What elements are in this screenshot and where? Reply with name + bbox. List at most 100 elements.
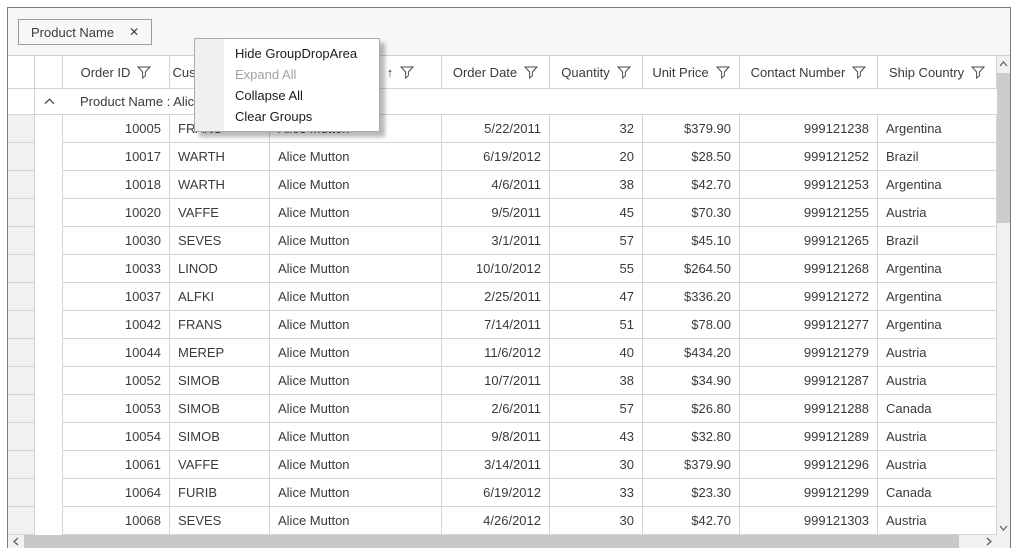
cell-order-id[interactable]: 10052: [63, 367, 170, 395]
menu-item-collapse-all[interactable]: Collapse All: [195, 85, 379, 106]
cell-unit-price[interactable]: $23.30: [643, 479, 740, 507]
cell-ship-country[interactable]: Argentina: [878, 115, 997, 143]
cell-ship-country[interactable]: Austria: [878, 367, 997, 395]
cell-customer-id[interactable]: LINOD: [170, 255, 270, 283]
menu-item-clear-groups[interactable]: Clear Groups: [195, 106, 379, 127]
menu-item-hide-groupdroparea[interactable]: Hide GroupDropArea: [195, 43, 379, 64]
cell-order-date[interactable]: 9/5/2011: [442, 199, 550, 227]
cell-order-date[interactable]: 6/19/2012: [442, 479, 550, 507]
cell-ship-country[interactable]: Austria: [878, 339, 997, 367]
cell-order-date[interactable]: 6/19/2012: [442, 143, 550, 171]
cell-customer-id[interactable]: VAFFE: [170, 199, 270, 227]
cell-product-name[interactable]: Alice Mutton: [270, 283, 442, 311]
cell-contact-number[interactable]: 999121287: [740, 367, 878, 395]
cell-quantity[interactable]: 38: [550, 171, 643, 199]
cell-unit-price[interactable]: $78.00: [643, 311, 740, 339]
cell-contact-number[interactable]: 999121299: [740, 479, 878, 507]
cell-product-name[interactable]: Alice Mutton: [270, 479, 442, 507]
cell-customer-id[interactable]: MEREP: [170, 339, 270, 367]
scroll-left-arrow-icon[interactable]: [8, 535, 24, 548]
column-header-order-date[interactable]: Order Date: [442, 56, 550, 89]
cell-customer-id[interactable]: WARTH: [170, 171, 270, 199]
cell-order-date[interactable]: 4/26/2012: [442, 507, 550, 535]
table-row[interactable]: 10068 SEVES Alice Mutton 4/26/2012 30 $42.70 9…: [8, 507, 997, 535]
row-header-cell[interactable]: [8, 255, 35, 283]
cell-customer-id[interactable]: SIMOB: [170, 367, 270, 395]
cell-quantity[interactable]: 20: [550, 143, 643, 171]
cell-quantity[interactable]: 51: [550, 311, 643, 339]
row-header-cell[interactable]: [8, 479, 35, 507]
cell-quantity[interactable]: 32: [550, 115, 643, 143]
column-header-quantity[interactable]: Quantity: [550, 56, 643, 89]
cell-product-name[interactable]: Alice Mutton: [270, 451, 442, 479]
cell-quantity[interactable]: 45: [550, 199, 643, 227]
cell-order-date[interactable]: 2/25/2011: [442, 283, 550, 311]
cell-ship-country[interactable]: Argentina: [878, 255, 997, 283]
row-header-cell[interactable]: [8, 367, 35, 395]
table-row[interactable]: 10042 FRANS Alice Mutton 7/14/2011 51 $78.00 9…: [8, 311, 997, 339]
cell-unit-price[interactable]: $34.90: [643, 367, 740, 395]
cell-unit-price[interactable]: $42.70: [643, 507, 740, 535]
cell-order-id[interactable]: 10053: [63, 395, 170, 423]
cell-order-id[interactable]: 10054: [63, 423, 170, 451]
scroll-up-arrow-icon[interactable]: [997, 56, 1010, 71]
cell-order-id[interactable]: 10017: [63, 143, 170, 171]
column-header-unit-price[interactable]: Unit Price: [643, 56, 740, 89]
cell-quantity[interactable]: 55: [550, 255, 643, 283]
cell-order-id[interactable]: 10037: [63, 283, 170, 311]
row-header-cell[interactable]: [8, 339, 35, 367]
row-header-cell[interactable]: [8, 283, 35, 311]
cell-product-name[interactable]: Alice Mutton: [270, 143, 442, 171]
cell-ship-country[interactable]: Argentina: [878, 311, 997, 339]
cell-product-name[interactable]: Alice Mutton: [270, 395, 442, 423]
cell-ship-country[interactable]: Argentina: [878, 283, 997, 311]
cell-quantity[interactable]: 30: [550, 507, 643, 535]
horizontal-scroll-thumb[interactable]: [24, 535, 959, 548]
cell-quantity[interactable]: 57: [550, 395, 643, 423]
row-header-cell[interactable]: [8, 423, 35, 451]
cell-contact-number[interactable]: 999121238: [740, 115, 878, 143]
scroll-right-arrow-icon[interactable]: [981, 535, 997, 548]
cell-customer-id[interactable]: SEVES: [170, 227, 270, 255]
cell-quantity[interactable]: 47: [550, 283, 643, 311]
cell-order-id[interactable]: 10005: [63, 115, 170, 143]
vertical-scrollbar[interactable]: [997, 56, 1010, 548]
column-header-contact-number[interactable]: Contact Number: [740, 56, 878, 89]
row-header-cell[interactable]: [8, 199, 35, 227]
cell-unit-price[interactable]: $28.50: [643, 143, 740, 171]
group-caption-row[interactable]: Product Name : Alice: [8, 89, 997, 115]
cell-unit-price[interactable]: $26.80: [643, 395, 740, 423]
vertical-scroll-track[interactable]: [997, 71, 1010, 520]
cell-product-name[interactable]: Alice Mutton: [270, 171, 442, 199]
cell-ship-country[interactable]: Austria: [878, 423, 997, 451]
cell-contact-number[interactable]: 999121296: [740, 451, 878, 479]
cell-contact-number[interactable]: 999121252: [740, 143, 878, 171]
cell-order-date[interactable]: 11/6/2012: [442, 339, 550, 367]
cell-contact-number[interactable]: 999121255: [740, 199, 878, 227]
group-chip-product-name[interactable]: Product Name ✕: [18, 19, 153, 45]
cell-product-name[interactable]: Alice Mutton: [270, 311, 442, 339]
cell-order-date[interactable]: 10/7/2011: [442, 367, 550, 395]
cell-order-date[interactable]: 9/8/2011: [442, 423, 550, 451]
cell-customer-id[interactable]: SIMOB: [170, 395, 270, 423]
cell-unit-price[interactable]: $42.70: [643, 171, 740, 199]
table-row[interactable]: 10033 LINOD Alice Mutton 10/10/2012 55 $264.5…: [8, 255, 997, 283]
row-header-cell[interactable]: [8, 143, 35, 171]
cell-unit-price[interactable]: $379.90: [643, 451, 740, 479]
cell-quantity[interactable]: 38: [550, 367, 643, 395]
cell-quantity[interactable]: 33: [550, 479, 643, 507]
cell-quantity[interactable]: 30: [550, 451, 643, 479]
table-row[interactable]: 10005FRANSAlice Mutton5/22/201132$379.90…: [8, 115, 997, 143]
cell-order-date[interactable]: 3/14/2011: [442, 451, 550, 479]
close-icon[interactable]: ✕: [129, 25, 139, 39]
filter-icon[interactable]: [400, 66, 415, 79]
cell-customer-id[interactable]: WARTH: [170, 143, 270, 171]
cell-contact-number[interactable]: 999121265: [740, 227, 878, 255]
cell-customer-id[interactable]: ALFKI: [170, 283, 270, 311]
cell-unit-price[interactable]: $434.20: [643, 339, 740, 367]
table-row[interactable]: 10030 SEVES Alice Mutton 3/1/2011 57 $45.10 99…: [8, 227, 997, 255]
cell-ship-country[interactable]: Brazil: [878, 143, 997, 171]
vertical-scroll-thumb[interactable]: [997, 73, 1010, 223]
cell-product-name[interactable]: Alice Mutton: [270, 367, 442, 395]
table-row[interactable]: 10017 WARTH Alice Mutton 6/19/2012 20 $28.50 9…: [8, 143, 997, 171]
